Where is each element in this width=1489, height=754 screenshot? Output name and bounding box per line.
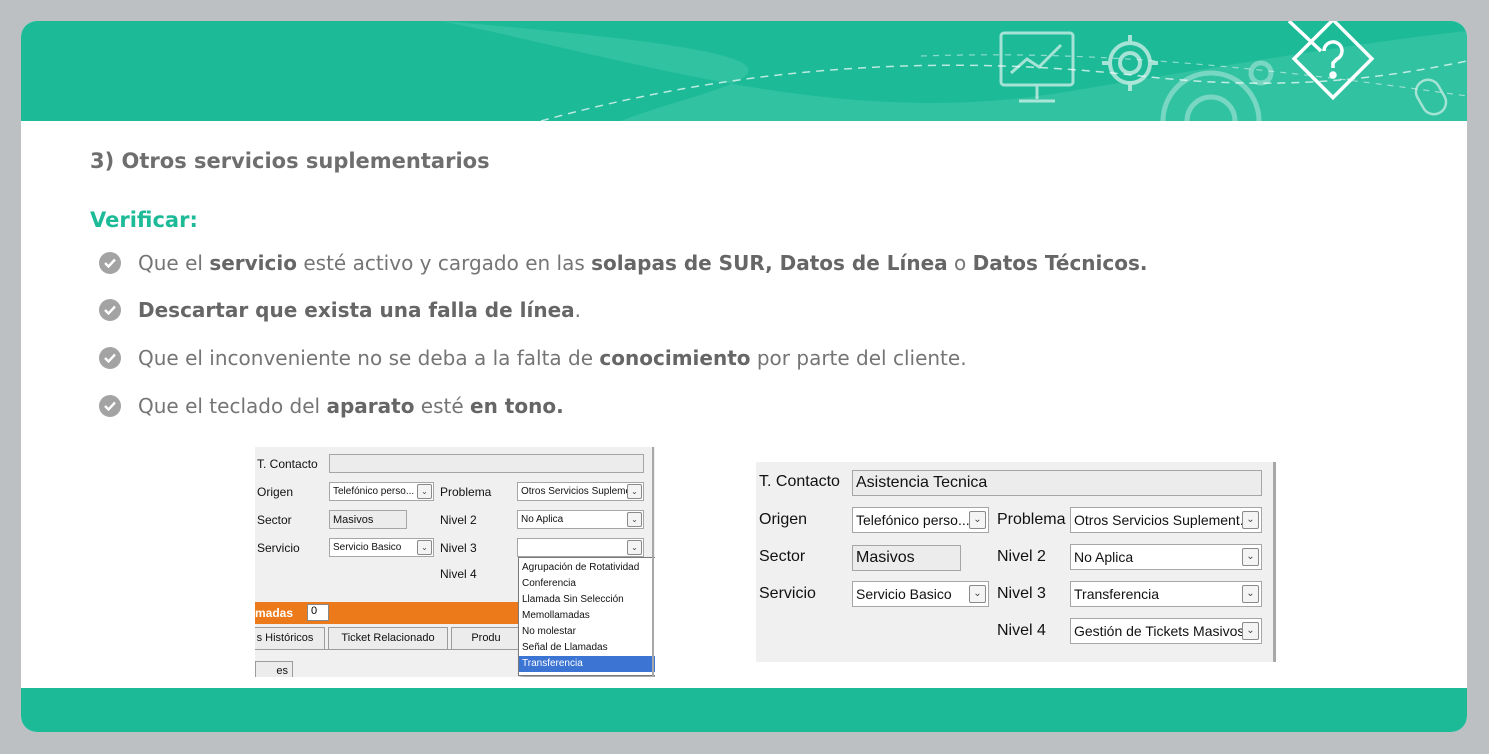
nivel3-label: Nivel 3 xyxy=(440,541,477,555)
bullet-item: Que el servicio esté activo y cargado en… xyxy=(99,243,1148,283)
sector-label: Sector xyxy=(759,548,806,565)
nivel2-label: Nivel 2 xyxy=(440,513,477,527)
check-circle-icon xyxy=(99,252,121,274)
bullet-text: Que el servicio esté activo y cargado en… xyxy=(138,251,1148,275)
nivel3-dropdown-list[interactable]: Agrupación de Rotatividad Conferencia Llam… xyxy=(518,557,655,676)
nivel4-label: Nivel 4 xyxy=(997,622,1046,639)
verify-heading: Verificar: xyxy=(90,208,198,232)
servicio-label: Servicio xyxy=(759,585,816,602)
servicio-select[interactable]: Servicio Basico ⌄ xyxy=(852,581,989,607)
dropdown-option[interactable]: Llamada Sin Selección xyxy=(519,592,655,608)
nivel3-label: Nivel 3 xyxy=(997,585,1046,602)
dropdown-option[interactable]: Agrupación de Rotatividad xyxy=(519,560,655,576)
bullet-segment: conocimiento xyxy=(599,346,751,370)
bullet-item: Descartar que exista una falla de línea. xyxy=(99,290,581,330)
bullet-segment: Descartar que exista una falla de línea xyxy=(138,298,575,322)
nivel2-select[interactable]: No Aplica ⌄ xyxy=(517,510,644,529)
bullet-segment: aparato xyxy=(326,394,415,418)
slide-title: 3) Otros servicios suplementarios xyxy=(90,149,490,173)
problema-select[interactable]: Otros Servicios Suplement... ⌄ xyxy=(1070,507,1262,533)
check-circle-icon xyxy=(99,347,121,369)
bullet-segment: Datos Técnicos. xyxy=(972,251,1148,275)
problema-label: Problema xyxy=(997,511,1066,528)
origen-select[interactable]: Telefónico perso... ⌄ xyxy=(329,482,434,501)
servicio-select[interactable]: Servicio Basico ⌄ xyxy=(329,538,434,557)
bullet-segment: solapas de SUR, Datos de Línea xyxy=(591,251,948,275)
bullet-segment: Que el teclado del xyxy=(138,394,327,418)
nivel4-label: Nivel 4 xyxy=(440,567,477,581)
problema-select[interactable]: Otros Servicios Suplement... ⌄ xyxy=(517,482,644,501)
slide-card: 3) Otros servicios suplementarios Verifi… xyxy=(21,21,1467,732)
origen-select[interactable]: Telefónico perso... ⌄ xyxy=(852,507,989,533)
bullet-segment: servicio xyxy=(209,251,297,275)
bullet-segment: en tono. xyxy=(470,394,564,418)
bullet-item: Que el inconveniente no se deba a la fal… xyxy=(99,338,967,378)
nivel4-select[interactable]: Gestión de Tickets Masivos ⌄ xyxy=(1070,618,1262,644)
t-contacto-label: T. Contacto xyxy=(257,457,318,471)
bullet-segment: Que el inconveniente no se deba a la fal… xyxy=(138,346,600,370)
chevron-down-icon[interactable]: ⌄ xyxy=(627,540,642,555)
bullet-text: Que el teclado del aparato esté en tono. xyxy=(138,394,564,418)
bullet-item: Que el teclado del aparato esté en tono. xyxy=(99,386,564,426)
bullet-segment: Que el xyxy=(138,251,210,275)
bullet-segment: . xyxy=(574,298,582,322)
orange-bar-count: 0 xyxy=(307,604,329,621)
nivel2-label: Nivel 2 xyxy=(997,548,1046,565)
chevron-down-icon[interactable]: ⌄ xyxy=(417,540,432,555)
monitor-icon xyxy=(999,31,1075,103)
nivel2-select[interactable]: No Aplica ⌄ xyxy=(1070,544,1262,570)
origen-label: Origen xyxy=(257,485,294,499)
chevron-down-icon[interactable]: ⌄ xyxy=(969,585,986,603)
sector-field: Masivos xyxy=(852,545,961,571)
chevron-down-icon[interactable]: ⌄ xyxy=(1242,548,1259,566)
subtab[interactable]: es xyxy=(255,661,293,677)
chevron-down-icon[interactable]: ⌄ xyxy=(417,484,432,499)
servicio-label: Servicio xyxy=(257,541,300,555)
chevron-down-icon[interactable]: ⌄ xyxy=(1242,622,1259,640)
dropdown-option[interactable]: Transferencia xyxy=(519,656,655,672)
footer-banner xyxy=(21,688,1467,732)
chevron-down-icon[interactable]: ⌄ xyxy=(1242,585,1259,603)
chevron-down-icon[interactable]: ⌄ xyxy=(627,484,642,499)
bullet-segment: esté xyxy=(414,394,471,418)
bullet-segment: esté activo y cargado en las xyxy=(297,251,592,275)
bullet-text: Descartar que exista una falla de línea. xyxy=(138,298,581,322)
header-banner xyxy=(21,21,1467,121)
dropdown-option[interactable]: Señal de Llamadas xyxy=(519,640,655,656)
t-contacto-field[interactable] xyxy=(329,454,644,473)
chevron-down-icon[interactable]: ⌄ xyxy=(627,512,642,527)
screenshot-filled-form: T. Contacto Asistencia Tecnica Origen Te… xyxy=(756,462,1276,662)
dropdown-option[interactable]: Memollamadas xyxy=(519,608,655,624)
orange-bar-label: madas xyxy=(255,606,294,620)
tab-historicos[interactable]: s Históricos xyxy=(255,627,325,649)
origen-label: Origen xyxy=(759,511,808,528)
tab-ticket-relacionado[interactable]: Ticket Relacionado xyxy=(328,627,448,649)
tab-productos[interactable]: Produ xyxy=(451,627,521,649)
header-decoration xyxy=(441,21,1467,121)
bullet-segment: o xyxy=(947,251,973,275)
bullet-text: Que el inconveniente no se deba a la fal… xyxy=(138,346,967,370)
problema-label: Problema xyxy=(440,485,492,499)
nivel3-select[interactable]: Transferencia ⌄ xyxy=(1070,581,1262,607)
chevron-down-icon[interactable]: ⌄ xyxy=(1242,511,1259,529)
bullet-segment: por parte del cliente. xyxy=(750,346,967,370)
screenshot-dropdown-form: T. Contacto Origen Telefónico perso... ⌄ … xyxy=(255,447,655,677)
t-contacto-label: T. Contacto xyxy=(759,473,840,490)
sector-label: Sector xyxy=(257,513,292,527)
chevron-down-icon[interactable]: ⌄ xyxy=(969,511,986,529)
t-contacto-field[interactable]: Asistencia Tecnica xyxy=(852,470,1262,496)
dropdown-option[interactable]: No molestar xyxy=(519,624,655,640)
dropdown-option[interactable]: Conferencia xyxy=(519,576,655,592)
check-circle-icon xyxy=(99,395,121,417)
nivel3-select[interactable]: ⌄ xyxy=(517,538,644,557)
check-circle-icon xyxy=(99,299,121,321)
sector-field: Masivos xyxy=(329,510,407,529)
